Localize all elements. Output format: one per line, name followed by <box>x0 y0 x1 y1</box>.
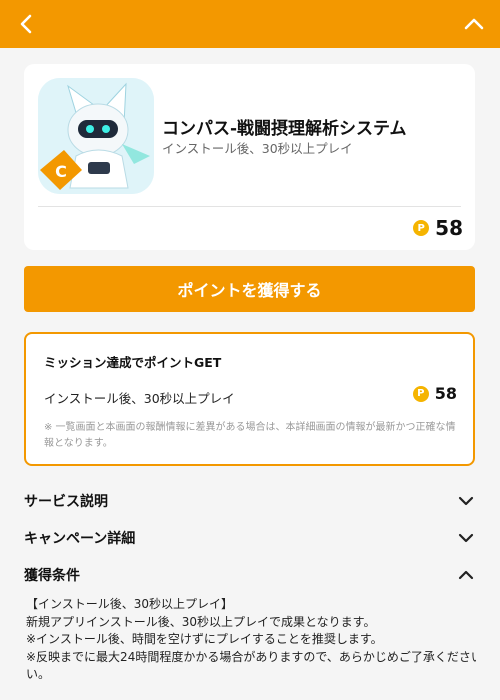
app-name: コンパス-戦闘摂理解析システム <box>162 119 407 139</box>
mission-row-label: インストール後、30秒以上プレイ <box>44 391 235 406</box>
get-points-button[interactable]: ポイントを獲得する <box>24 266 475 312</box>
svg-text:C: C <box>55 162 67 181</box>
mission-points: P 58 <box>412 384 457 403</box>
chevron-up-icon <box>458 570 474 580</box>
accordion-campaign-label: キャンペーン詳細 <box>24 531 136 547</box>
conditions-line: い。 <box>26 667 51 681</box>
mission-points-value: 58 <box>434 384 457 403</box>
app-condition: インストール後、30秒以上プレイ <box>162 141 353 156</box>
accordion-campaign[interactable]: キャンペーン詳細 <box>24 524 475 552</box>
conditions-line: ※反映までに最大24時間程度かかる場合がありますので、あらかじめご了承ください。 <box>26 649 476 664</box>
chevron-down-icon <box>458 496 474 506</box>
conditions-body: 【インストール後、30秒以上プレイ】 新規アプリインストール後、30秒以上プレイ… <box>26 596 476 684</box>
point-coin-icon: P <box>412 385 429 402</box>
app-character-icon: C <box>38 78 154 194</box>
chevron-down-icon <box>458 533 474 543</box>
card-divider <box>38 206 461 207</box>
conditions-line: 新規アプリインストール後、30秒以上プレイで成果となります。 <box>26 614 376 629</box>
app-points: P 58 <box>413 216 463 240</box>
chevron-left-icon <box>20 14 32 34</box>
mission-title: ミッション達成でポイントGET <box>44 355 222 370</box>
mission-note: ※ 一覧画面と本画面の報酬情報に差異がある場合は、本詳細画面の情報が最新かつ正確… <box>44 422 456 449</box>
back-button[interactable] <box>12 10 40 38</box>
accordion-service[interactable]: サービス説明 <box>24 487 475 515</box>
conditions-line: 【インストール後、30秒以上プレイ】 <box>26 597 234 611</box>
app-icon[interactable]: C <box>38 78 154 194</box>
conditions-line: ※インストール後、時間を空けずにプレイすることを推奨します。 <box>26 632 383 646</box>
top-bar <box>0 0 500 48</box>
point-coin-icon: P <box>413 220 430 236</box>
chevron-up-icon <box>464 18 484 30</box>
accordion-service-label: サービス説明 <box>24 494 108 510</box>
collapse-button[interactable] <box>460 10 488 38</box>
accordion-conditions-label: 獲得条件 <box>24 568 80 584</box>
accordion-conditions[interactable]: 獲得条件 <box>24 561 475 589</box>
mission-box: ミッション達成でポイントGET インストール後、30秒以上プレイ P 58 ※ … <box>24 332 475 466</box>
app-card: C コンパス-戦闘摂理解析システム インストール後、30秒以上プレイ P 58 <box>24 64 475 250</box>
app-points-value: 58 <box>435 216 463 240</box>
